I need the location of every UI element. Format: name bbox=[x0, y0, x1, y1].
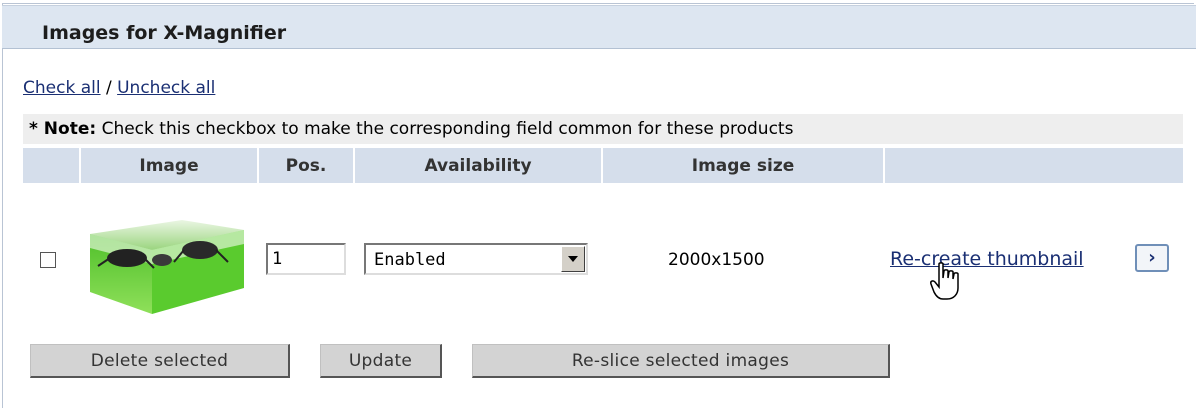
check-all-link[interactable]: Check all bbox=[23, 78, 101, 98]
availability-select[interactable]: Enabled bbox=[364, 243, 588, 275]
reslice-selected-images-button[interactable]: Re-slice selected images bbox=[472, 344, 890, 378]
delete-selected-button[interactable]: Delete selected bbox=[30, 344, 290, 378]
recreate-thumbnail-go-button[interactable]: › bbox=[1135, 244, 1169, 272]
column-header-image-size: Image size bbox=[603, 148, 883, 183]
note-bar: * Note: Check this checkbox to make the … bbox=[23, 114, 1183, 144]
update-button[interactable]: Update bbox=[320, 344, 442, 378]
note-text: Check this checkbox to make the correspo… bbox=[96, 119, 794, 139]
panel-title: Images for X-Magnifier bbox=[42, 22, 287, 44]
column-header-checkbox bbox=[23, 148, 79, 183]
row-checkbox[interactable] bbox=[40, 252, 56, 268]
column-header-image: Image bbox=[81, 148, 257, 183]
column-header-availability: Availability bbox=[355, 148, 601, 183]
product-thumbnail-image bbox=[90, 220, 244, 314]
position-input[interactable]: 1 bbox=[266, 243, 346, 275]
recreate-thumbnail-link[interactable]: Re-create thumbnail bbox=[890, 248, 1084, 270]
panel-header: Images for X-Magnifier bbox=[2, 5, 1196, 49]
uncheck-all-link[interactable]: Uncheck all bbox=[117, 78, 215, 98]
check-links: Check all / Uncheck all bbox=[23, 78, 215, 98]
chevron-down-icon[interactable] bbox=[561, 246, 585, 272]
availability-value: Enabled bbox=[374, 250, 446, 270]
column-header-pos: Pos. bbox=[259, 148, 353, 183]
image-size-value: 2000x1500 bbox=[668, 250, 765, 270]
hand-cursor-icon bbox=[930, 262, 959, 300]
note-prefix: * Note: bbox=[29, 119, 97, 139]
column-header-actions bbox=[885, 148, 1183, 183]
check-links-separator: / bbox=[100, 78, 118, 98]
